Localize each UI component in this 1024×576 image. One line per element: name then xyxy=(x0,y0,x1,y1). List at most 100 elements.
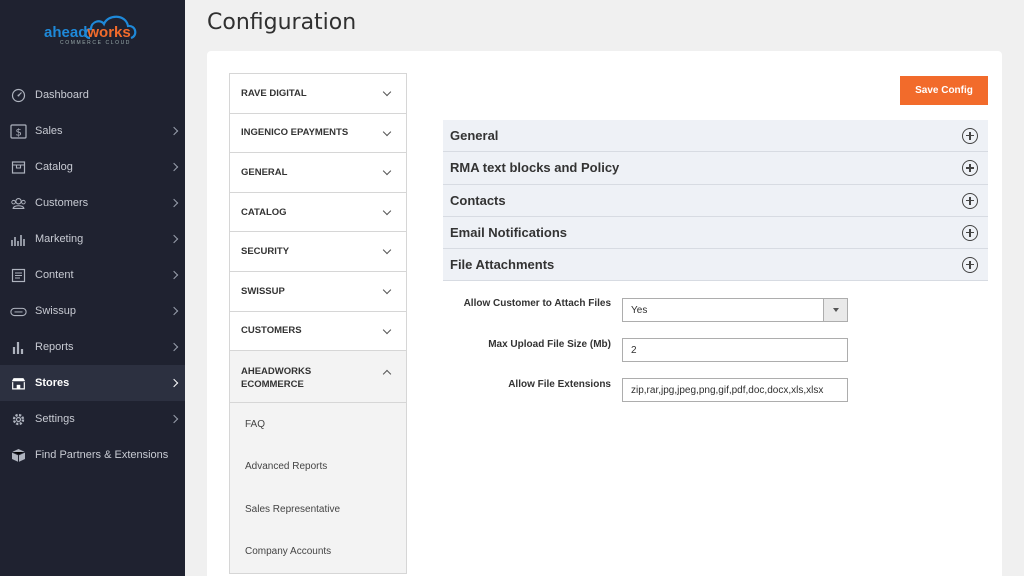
chevron-right-icon xyxy=(169,378,179,388)
admin-sidebar: aheadworks COMMERCE CLOUD Dashboard $ Sa… xyxy=(0,0,185,576)
chevron-down-icon xyxy=(382,206,392,216)
sidebar-item-sales[interactable]: $ Sales xyxy=(0,113,185,149)
chevron-down-icon xyxy=(382,246,392,255)
logo-part-works: works xyxy=(87,24,131,41)
logo-wordmark: aheadworks xyxy=(44,24,131,41)
sidebar-item-dashboard[interactable]: Dashboard xyxy=(0,77,185,113)
select-value: Yes xyxy=(631,304,648,316)
chevron-right-icon xyxy=(169,270,179,280)
config-tabs: RAVE DIGITAL INGENICO EPAYMENTS GENERAL … xyxy=(229,73,407,575)
chevron-right-icon xyxy=(169,234,179,244)
chevron-up-icon xyxy=(382,369,392,379)
subitem-sales-representative[interactable]: Sales Representative xyxy=(230,488,406,531)
sidebar-item-label: Dashboard xyxy=(35,89,89,101)
chevron-down-icon xyxy=(382,325,392,334)
tab-label: SWISSUP xyxy=(241,285,285,297)
sidebar-item-label: Customers xyxy=(35,197,89,209)
max-upload-size-input[interactable]: 2 xyxy=(622,338,848,362)
chevron-right-icon xyxy=(169,342,179,352)
subitem-company-accounts[interactable]: Company Accounts xyxy=(230,531,406,574)
section-title: General xyxy=(450,128,499,144)
chevron-down-icon xyxy=(382,127,392,136)
stores-icon xyxy=(10,375,27,392)
tab-aheadworks-ecommerce[interactable]: AHEADWORKS ECOMMERCE xyxy=(230,351,406,404)
dropdown-arrow-icon xyxy=(823,299,847,321)
logo-part-ahead: ahead xyxy=(44,24,88,41)
attach-files-select[interactable]: Yes xyxy=(622,298,848,322)
chevron-right-icon xyxy=(169,162,179,172)
sidebar-item-marketing[interactable]: Marketing xyxy=(0,221,185,257)
sidebar-item-swissup[interactable]: Swissup xyxy=(0,293,185,329)
chevron-right-icon xyxy=(169,306,179,316)
page-title: Configuration xyxy=(207,10,357,35)
tab-swissup[interactable]: SWISSUP xyxy=(230,272,406,312)
tab-catalog[interactable]: CATALOG xyxy=(230,193,406,233)
subitem-advanced-reports[interactable]: Advanced Reports xyxy=(230,446,406,489)
tab-label: AHEADWORKS ECOMMERCE xyxy=(241,365,311,391)
logo-subtitle: COMMERCE CLOUD xyxy=(60,40,132,46)
expand-plus-icon xyxy=(962,224,978,241)
chevron-right-icon xyxy=(169,126,179,136)
sidebar-item-settings[interactable]: Settings xyxy=(0,401,185,437)
expand-plus-icon xyxy=(962,192,978,209)
tab-label: CATALOG xyxy=(241,206,287,218)
sidebar-item-content[interactable]: Content xyxy=(0,257,185,293)
chevron-down-icon xyxy=(382,285,392,295)
input-value: 2 xyxy=(631,344,637,356)
sidebar-item-label: Marketing xyxy=(35,233,84,245)
chevron-right-icon xyxy=(169,414,179,424)
sidebar-item-label: Swissup xyxy=(35,305,76,317)
attach-files-label: Allow Customer to Attach Files xyxy=(463,298,611,309)
tab-ingenico-epayments[interactable]: INGENICO EPAYMENTS xyxy=(230,114,406,154)
save-config-button[interactable]: Save Config xyxy=(900,76,988,105)
dashboard-icon xyxy=(10,87,27,104)
expand-plus-icon xyxy=(962,257,978,274)
sidebar-item-label: Content xyxy=(35,269,74,281)
sidebar-item-label: Reports xyxy=(35,341,74,353)
tab-label: INGENICO EPAYMENTS xyxy=(241,127,349,139)
sidebar-item-label: Stores xyxy=(35,377,70,389)
gear-icon xyxy=(10,411,27,428)
subitem-faq[interactable]: FAQ xyxy=(230,403,406,446)
swissup-icon xyxy=(10,303,27,320)
tab-rave-digital[interactable]: RAVE DIGITAL xyxy=(230,74,406,114)
sidebar-item-label: Sales xyxy=(35,125,63,137)
tab-label: GENERAL xyxy=(241,166,288,178)
section-file-attachments[interactable]: File Attachments xyxy=(443,249,988,282)
sidebar-nav: Dashboard $ Sales Catalog Customers Mark… xyxy=(0,77,185,473)
input-value: zip,rar,jpg,jpeg,png,gif,pdf,doc,docx,xl… xyxy=(631,384,824,396)
tab-label-line2: ECOMMERCE xyxy=(241,379,304,391)
sidebar-item-customers[interactable]: Customers xyxy=(0,185,185,221)
marketing-bars-icon xyxy=(10,231,27,248)
file-extensions-label: Allow File Extensions xyxy=(508,379,611,390)
tab-customers[interactable]: CUSTOMERS xyxy=(230,312,406,352)
reports-icon xyxy=(10,339,27,356)
sidebar-item-label: Find Partners & Extensions xyxy=(35,449,169,461)
tab-security[interactable]: SECURITY xyxy=(230,232,406,272)
chevron-down-icon xyxy=(382,166,392,176)
section-title: Contacts xyxy=(450,192,506,208)
expand-plus-icon xyxy=(962,160,978,177)
content-icon xyxy=(10,267,27,284)
sidebar-item-stores[interactable]: Stores xyxy=(0,365,185,401)
catalog-box-icon xyxy=(10,159,27,176)
config-sections: General RMA text blocks and Policy Conta… xyxy=(443,120,988,282)
section-rma-text-blocks[interactable]: RMA text blocks and Policy xyxy=(443,152,988,185)
section-title: File Attachments xyxy=(450,257,555,273)
aheadworks-logo[interactable]: aheadworks COMMERCE CLOUD xyxy=(0,8,185,48)
section-title: RMA text blocks and Policy xyxy=(450,160,620,176)
section-general[interactable]: General xyxy=(443,120,988,153)
svg-text:$: $ xyxy=(16,127,22,138)
max-upload-size-label: Max Upload File Size (Mb) xyxy=(488,339,611,350)
tab-label: CUSTOMERS xyxy=(241,325,302,337)
section-title: Email Notifications xyxy=(450,225,568,241)
section-contacts[interactable]: Contacts xyxy=(443,184,988,217)
tab-label: RAVE DIGITAL xyxy=(241,87,307,99)
tab-label-line1: AHEADWORKS xyxy=(241,366,312,378)
sidebar-item-catalog[interactable]: Catalog xyxy=(0,149,185,185)
section-email-notifications[interactable]: Email Notifications xyxy=(443,216,988,250)
sidebar-item-find-partners[interactable]: Find Partners & Extensions xyxy=(0,437,185,473)
file-extensions-input[interactable]: zip,rar,jpg,jpeg,png,gif,pdf,doc,docx,xl… xyxy=(622,378,848,402)
tab-general[interactable]: GENERAL xyxy=(230,153,406,193)
sidebar-item-reports[interactable]: Reports xyxy=(0,329,185,365)
